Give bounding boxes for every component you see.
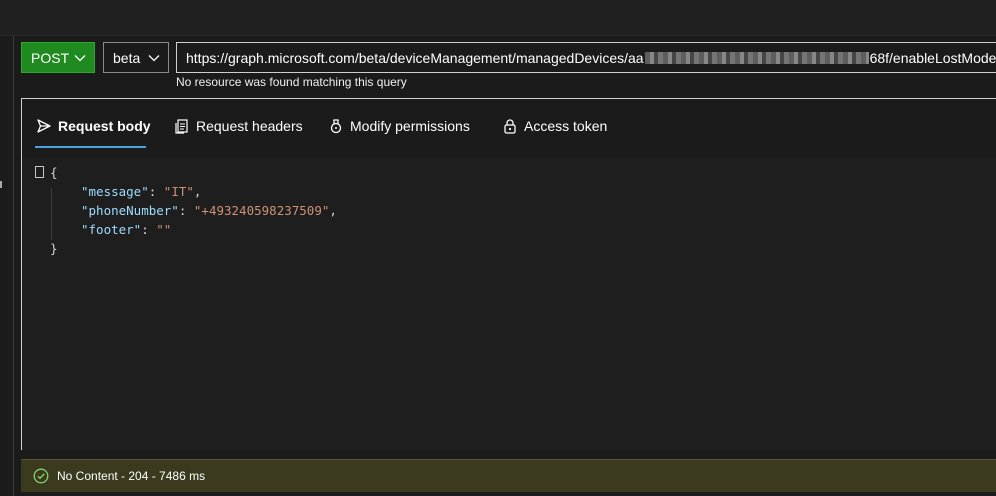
response-status-text: No Content - 204 - 7486 ms xyxy=(57,469,206,483)
http-method-dropdown[interactable]: POST xyxy=(21,42,95,73)
chevron-down-icon xyxy=(74,55,86,62)
request-panel: Request body Request headers Modify perm… xyxy=(21,98,996,450)
code-close-brace: } xyxy=(50,241,58,256)
url-prefix: https://graph.microsoft.com/beta/deviceM… xyxy=(186,49,644,66)
api-version-dropdown[interactable]: beta xyxy=(103,42,169,73)
send-icon xyxy=(37,119,51,133)
top-bar xyxy=(0,0,996,36)
request-tabs: Request body Request headers Modify perm… xyxy=(22,99,996,157)
code-line: "phoneNumber": "+493240598237509", xyxy=(81,203,337,218)
tab-modify-permissions[interactable]: Modify permissions xyxy=(328,116,470,136)
request-body-editor[interactable]: { "message": "IT", "phoneNumber": "+4932… xyxy=(22,158,996,450)
tab-label: Request body xyxy=(58,118,151,134)
redacted-device-id xyxy=(644,51,869,64)
left-gutter xyxy=(0,36,14,496)
tab-request-body[interactable]: Request body xyxy=(36,116,151,136)
document-icon xyxy=(175,119,188,134)
tab-label: Request headers xyxy=(196,118,303,134)
api-version-label: beta xyxy=(113,49,141,66)
url-error-message: No resource was found matching this quer… xyxy=(176,75,407,89)
code-line: "footer": "" xyxy=(81,222,172,237)
tab-request-headers[interactable]: Request headers xyxy=(174,116,303,136)
chevron-down-icon xyxy=(148,55,160,62)
response-status-bar: No Content - 204 - 7486 ms xyxy=(21,459,996,492)
code-line: "message": "IT", xyxy=(81,184,202,199)
indent-guide xyxy=(51,188,52,240)
request-url-input[interactable]: https://graph.microsoft.com/beta/deviceM… xyxy=(176,42,996,73)
tab-label: Modify permissions xyxy=(350,118,470,134)
active-tab-indicator xyxy=(35,146,146,148)
code-open-brace: { xyxy=(50,165,58,180)
lock-icon xyxy=(504,119,516,134)
fold-toggle[interactable] xyxy=(35,166,44,178)
url-suffix: 68f/enableLostMode xyxy=(869,49,996,66)
tab-label: Access token xyxy=(524,118,608,134)
gutter-marker xyxy=(0,181,2,188)
key-icon xyxy=(330,119,342,134)
tab-access-token[interactable]: Access token xyxy=(502,116,607,136)
check-circle-icon xyxy=(33,468,49,484)
http-method-label: POST xyxy=(31,49,70,66)
